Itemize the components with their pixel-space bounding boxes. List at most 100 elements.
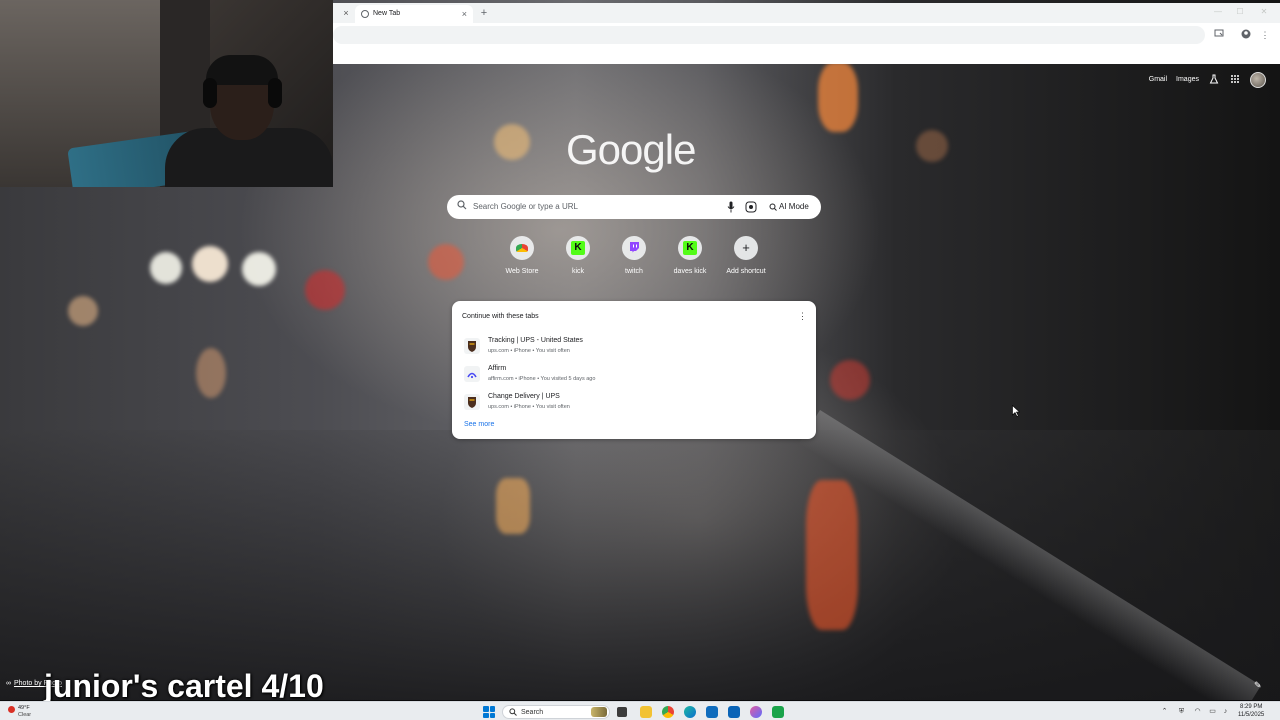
chrome-favicon-icon (361, 10, 369, 18)
shortcut-label: Add shortcut (726, 268, 766, 275)
tab-close-icon[interactable]: × (462, 8, 467, 20)
google-logo: Google (566, 126, 696, 173)
shortcut-daves-kick[interactable]: K daves kick (662, 236, 718, 282)
windows-start-icon[interactable] (483, 706, 495, 718)
weather-condition: Clear (18, 712, 32, 718)
network-icon[interactable]: ◠ (1193, 707, 1202, 716)
ntp-top-links: Gmail Images (1149, 72, 1266, 88)
row-meta: ups.com • iPhone • You visit often (488, 404, 570, 410)
shortcut-tile (622, 236, 646, 260)
apps-grid-icon[interactable] (1229, 74, 1241, 86)
street-reflection (0, 430, 1280, 700)
chevron-up-icon[interactable]: ⌃ (1160, 707, 1169, 716)
display-icon[interactable]: ▭ (1208, 707, 1217, 716)
screen: × New Tab × + — ☐ ✕ ⋮ Gmail Images Googl… (0, 0, 1280, 720)
bokeh-light (494, 124, 530, 160)
clock-time[interactable]: 8:29 PM (1240, 704, 1262, 711)
headphones-icon (268, 78, 282, 108)
menu-kebab-icon[interactable]: ⋮ (1259, 29, 1271, 41)
shortcut-tile: + (734, 236, 758, 260)
headphones-icon (203, 78, 217, 108)
weather-temp: 49°F (18, 705, 30, 711)
shortcut-tile: K (566, 236, 590, 260)
tab-strip: × New Tab × + — ☐ ✕ (333, 3, 1280, 25)
twitch-icon (627, 241, 641, 255)
bokeh-light (806, 480, 858, 630)
taskbar: 49°F Clear Search ⌃ ⛨ ◠ ▭ ♪ 8:29 PM 11/5… (0, 701, 1280, 720)
shortcut-label: kick (571, 268, 585, 275)
window-close-icon[interactable]: ✕ (1259, 7, 1269, 17)
outlook-icon[interactable] (728, 706, 740, 718)
add-shortcut-button[interactable]: + Add shortcut (718, 236, 774, 282)
clock-date[interactable]: 11/5/2025 (1238, 712, 1264, 719)
bokeh-light (916, 130, 948, 162)
continue-tabs-card: Continue with these tabs ⋮ Tracking | UP… (452, 301, 816, 439)
chrome-icon[interactable] (662, 706, 674, 718)
profile-icon[interactable] (1240, 29, 1252, 41)
bokeh-light (818, 62, 858, 132)
bokeh-light (242, 252, 276, 286)
shortcut-twitch[interactable]: twitch (606, 236, 662, 282)
ai-sparkle-icon (769, 203, 777, 211)
row-title: Tracking | UPS - United States (488, 337, 583, 344)
close-icon[interactable]: × (341, 7, 351, 19)
row-meta: ups.com • iPhone • You visit often (488, 348, 570, 354)
speaker-icon[interactable]: ♪ (1221, 707, 1230, 716)
shortcut-label: twitch (625, 268, 643, 275)
maximize-icon[interactable]: ☐ (1235, 7, 1245, 17)
bokeh-light (192, 246, 228, 282)
more-options-icon[interactable]: ⋮ (798, 310, 807, 322)
row-title: Change Delivery | UPS (488, 393, 560, 400)
shortcut-label: Web Store (505, 268, 539, 275)
task-view-icon[interactable] (617, 707, 627, 717)
edge-icon[interactable] (684, 706, 696, 718)
card-title: Continue with these tabs (462, 313, 539, 320)
security-icon[interactable]: ⛨ (1177, 707, 1186, 716)
bokeh-light (196, 348, 226, 398)
shortcut-web-store[interactable]: Web Store (494, 236, 550, 282)
bokeh-light (150, 252, 182, 284)
mouse-cursor-icon (1012, 405, 1020, 417)
tab-new-tab[interactable]: New Tab × (355, 5, 473, 25)
ai-mode-label: AI Mode (779, 202, 809, 211)
ai-mode-button[interactable]: AI Mode (765, 199, 813, 215)
labs-flask-icon[interactable] (1208, 74, 1220, 86)
kick-icon: K (571, 241, 585, 255)
search-highlight-icon (591, 707, 607, 717)
images-link[interactable]: Images (1176, 72, 1199, 88)
bokeh-light (305, 270, 345, 310)
browser-window: × New Tab × + — ☐ ✕ ⋮ (333, 3, 1280, 64)
google-lens-icon[interactable] (745, 201, 757, 213)
ups-icon (464, 394, 480, 410)
search-placeholder: Search Google or type a URL (473, 202, 578, 211)
list-item[interactable]: Affirm affirm.com • iPhone • You visited… (458, 361, 810, 387)
file-explorer-icon[interactable] (640, 706, 652, 718)
search-input[interactable]: Search Google or type a URL AI Mode (447, 195, 821, 219)
copilot-icon[interactable] (750, 706, 762, 718)
bokeh-light (496, 478, 530, 534)
list-item[interactable]: Tracking | UPS - United States ups.com •… (458, 333, 810, 359)
shortcut-kick[interactable]: K kick (550, 236, 606, 282)
tab-title: New Tab (373, 10, 401, 17)
weather-icon (8, 706, 15, 713)
store-icon[interactable] (706, 706, 718, 718)
search-icon (457, 200, 467, 210)
shortcut-label: daves kick (673, 268, 707, 275)
bokeh-light (68, 296, 98, 326)
cast-icon[interactable] (1213, 29, 1225, 41)
bokeh-light (428, 244, 464, 280)
new-tab-button[interactable]: + (477, 6, 491, 20)
weather-widget[interactable]: 49°F Clear (6, 704, 46, 719)
address-bar[interactable] (333, 26, 1205, 44)
list-item[interactable]: Change Delivery | UPS ups.com • iPhone •… (458, 389, 810, 415)
taskbar-search[interactable]: Search (502, 705, 610, 719)
mic-icon[interactable] (727, 201, 735, 213)
pencil-icon[interactable]: ✎ (1254, 680, 1264, 690)
avatar[interactable] (1250, 72, 1266, 88)
gmail-link[interactable]: Gmail (1149, 72, 1167, 88)
row-meta: affirm.com • iPhone • You visited 5 days… (488, 376, 596, 382)
app-icon[interactable] (772, 706, 784, 718)
minimize-icon[interactable]: — (1213, 7, 1223, 17)
see-more-link[interactable]: See more (464, 420, 494, 430)
row-title: Affirm (488, 365, 507, 372)
